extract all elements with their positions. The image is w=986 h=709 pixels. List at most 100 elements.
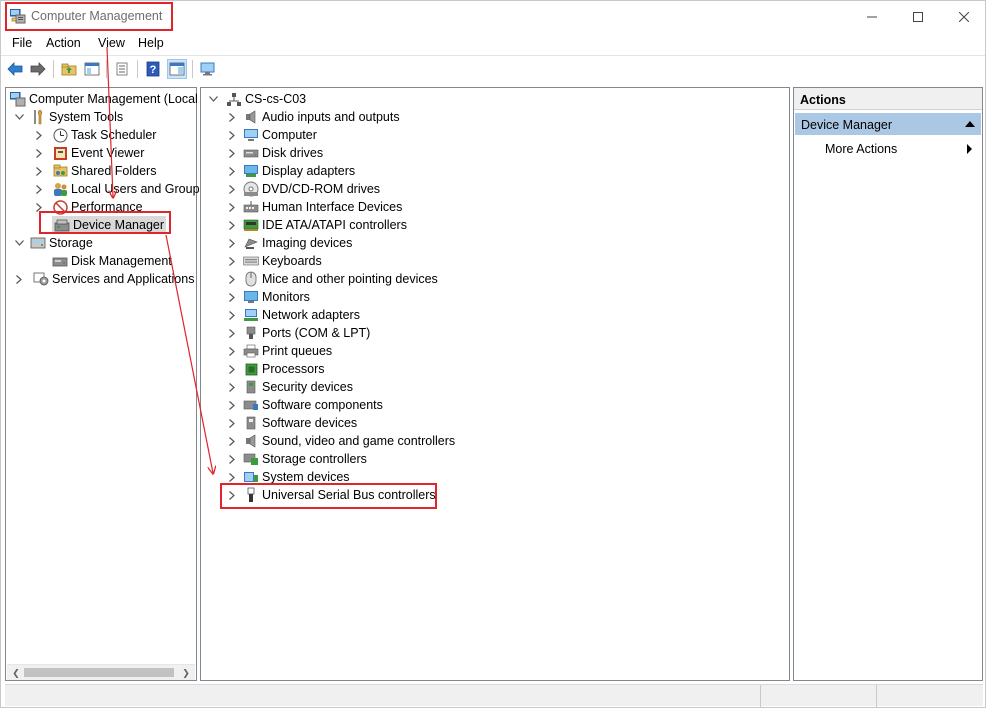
tree-system-tools[interactable]: System Tools	[14, 108, 123, 126]
device-category-row[interactable]: DVD/CD-ROM drives	[227, 180, 380, 198]
device-category-row[interactable]: IDE ATA/ATAPI controllers	[227, 216, 407, 234]
device-category-row[interactable]: Software components	[227, 396, 383, 414]
submenu-arrow-icon[interactable]	[967, 144, 972, 154]
tree-event-viewer[interactable]: Event Viewer	[34, 144, 144, 162]
device-tree-pane[interactable]: CS-cs-C03 Audio inputs and outputs Comput…	[200, 87, 790, 681]
device-category-row[interactable]: Storage controllers	[227, 450, 367, 468]
chevron-down-icon[interactable]	[14, 238, 24, 248]
chevron-right-icon[interactable]	[227, 364, 237, 374]
device-category-row[interactable]: Processors	[227, 360, 325, 378]
device-category-row[interactable]: Software devices	[227, 414, 357, 432]
device-category-row[interactable]: Disk drives	[227, 144, 323, 162]
chevron-right-icon[interactable]	[227, 238, 237, 248]
status-bar	[5, 684, 983, 707]
chevron-right-icon[interactable]	[227, 454, 237, 464]
device-category-label: Storage controllers	[262, 452, 367, 466]
chevron-right-icon[interactable]	[227, 472, 237, 482]
chevron-right-icon[interactable]	[227, 346, 237, 356]
chevron-right-icon[interactable]	[227, 112, 237, 122]
chevron-right-icon[interactable]	[227, 130, 237, 140]
chevron-right-icon[interactable]	[14, 274, 24, 284]
chevron-right-icon[interactable]	[227, 328, 237, 338]
close-icon	[959, 11, 969, 22]
scroll-left-icon[interactable]: ❮	[9, 667, 23, 679]
menu-view[interactable]: View	[98, 36, 125, 50]
chevron-right-icon[interactable]	[227, 256, 237, 266]
scroll-right-icon[interactable]: ❯	[179, 667, 193, 679]
device-category-row[interactable]: Computer	[227, 126, 317, 144]
help-button[interactable]: ?	[143, 59, 163, 79]
chevron-right-icon[interactable]	[227, 220, 237, 230]
chevron-right-icon[interactable]	[34, 166, 44, 176]
device-category-row[interactable]: Security devices	[227, 378, 353, 396]
more-actions-link[interactable]: More Actions	[825, 142, 897, 156]
device-category-row[interactable]: Network adapters	[227, 306, 360, 324]
chevron-right-icon[interactable]	[227, 490, 237, 500]
show-action-pane-button[interactable]	[167, 59, 187, 79]
device-category-row[interactable]: Monitors	[227, 288, 310, 306]
chevron-right-icon[interactable]	[227, 274, 237, 284]
up-folder-button[interactable]	[59, 59, 79, 79]
properties-button[interactable]	[112, 59, 132, 79]
tree-local-users[interactable]: Local Users and Groups	[34, 180, 206, 198]
tree-task-scheduler[interactable]: Task Scheduler	[34, 126, 156, 144]
tree-shared-folders[interactable]: Shared Folders	[34, 162, 156, 180]
tree-disk-management[interactable]: Disk Management	[52, 252, 172, 270]
device-category-row[interactable]: Mice and other pointing devices	[227, 270, 438, 288]
device-tree-root[interactable]: CS-cs-C03	[208, 90, 306, 108]
chevron-down-icon[interactable]	[14, 112, 24, 122]
device-category-row[interactable]: Print queues	[227, 342, 332, 360]
chevron-right-icon[interactable]	[227, 166, 237, 176]
maximize-button[interactable]	[895, 1, 941, 32]
device-category-row[interactable]: Ports (COM & LPT)	[227, 324, 370, 342]
clock-icon	[52, 127, 68, 143]
device-category-row[interactable]: Universal Serial Bus controllers	[227, 486, 436, 504]
device-category-row[interactable]: Human Interface Devices	[227, 198, 402, 216]
chevron-down-icon[interactable]	[208, 94, 218, 104]
tree-services-applications[interactable]: Services and Applications	[14, 270, 194, 288]
tree-device-manager[interactable]: Device Manager	[52, 216, 167, 234]
menu-file[interactable]: File	[12, 36, 32, 50]
title-bar[interactable]: Computer Management	[1, 1, 985, 32]
system-device-icon	[243, 469, 259, 485]
console-tree-pane[interactable]: Computer Management (Local System Tools …	[5, 87, 206, 681]
chevron-right-icon[interactable]	[34, 148, 44, 158]
chevron-right-icon[interactable]	[227, 148, 237, 158]
show-hide-tree-button[interactable]	[82, 59, 102, 79]
chevron-right-icon[interactable]	[34, 130, 44, 140]
forward-button[interactable]	[28, 59, 48, 79]
chevron-right-icon[interactable]	[227, 418, 237, 428]
horizontal-scrollbar[interactable]: ❮ ❯	[7, 664, 195, 680]
tree-root[interactable]: Computer Management (Local	[10, 90, 198, 108]
chevron-right-icon[interactable]	[227, 310, 237, 320]
tree-performance[interactable]: Performance	[34, 198, 143, 216]
tree-storage[interactable]: Storage	[14, 234, 93, 252]
device-category-row[interactable]: Audio inputs and outputs	[227, 108, 400, 126]
status-cell	[760, 685, 876, 707]
device-category-label: Security devices	[262, 380, 354, 394]
chevron-right-icon[interactable]	[34, 184, 44, 194]
device-category-row[interactable]: System devices	[227, 468, 350, 486]
scan-hardware-button[interactable]	[198, 59, 218, 79]
device-category-row[interactable]: Sound, video and game controllers	[227, 432, 455, 450]
minimize-button[interactable]	[849, 1, 895, 32]
chevron-right-icon[interactable]	[34, 202, 44, 212]
collapse-up-icon[interactable]	[965, 121, 975, 127]
close-button[interactable]	[941, 1, 986, 32]
device-category-row[interactable]: Keyboards	[227, 252, 322, 270]
menu-action[interactable]: Action	[46, 36, 81, 50]
chevron-right-icon[interactable]	[227, 292, 237, 302]
scrollbar-thumb[interactable]	[24, 668, 174, 677]
back-button[interactable]	[5, 59, 25, 79]
chevron-right-icon[interactable]	[227, 400, 237, 410]
chevron-right-icon[interactable]	[227, 184, 237, 194]
device-category-row[interactable]: Imaging devices	[227, 234, 352, 252]
chevron-right-icon[interactable]	[227, 202, 237, 212]
actions-section-device-manager[interactable]: Device Manager	[795, 113, 981, 135]
tree-device-manager-selection[interactable]: Device Manager	[52, 216, 167, 234]
mouse-icon	[243, 271, 259, 287]
chevron-right-icon[interactable]	[227, 382, 237, 392]
device-category-row[interactable]: Display adapters	[227, 162, 355, 180]
chevron-right-icon[interactable]	[227, 436, 237, 446]
menu-help[interactable]: Help	[138, 36, 164, 50]
